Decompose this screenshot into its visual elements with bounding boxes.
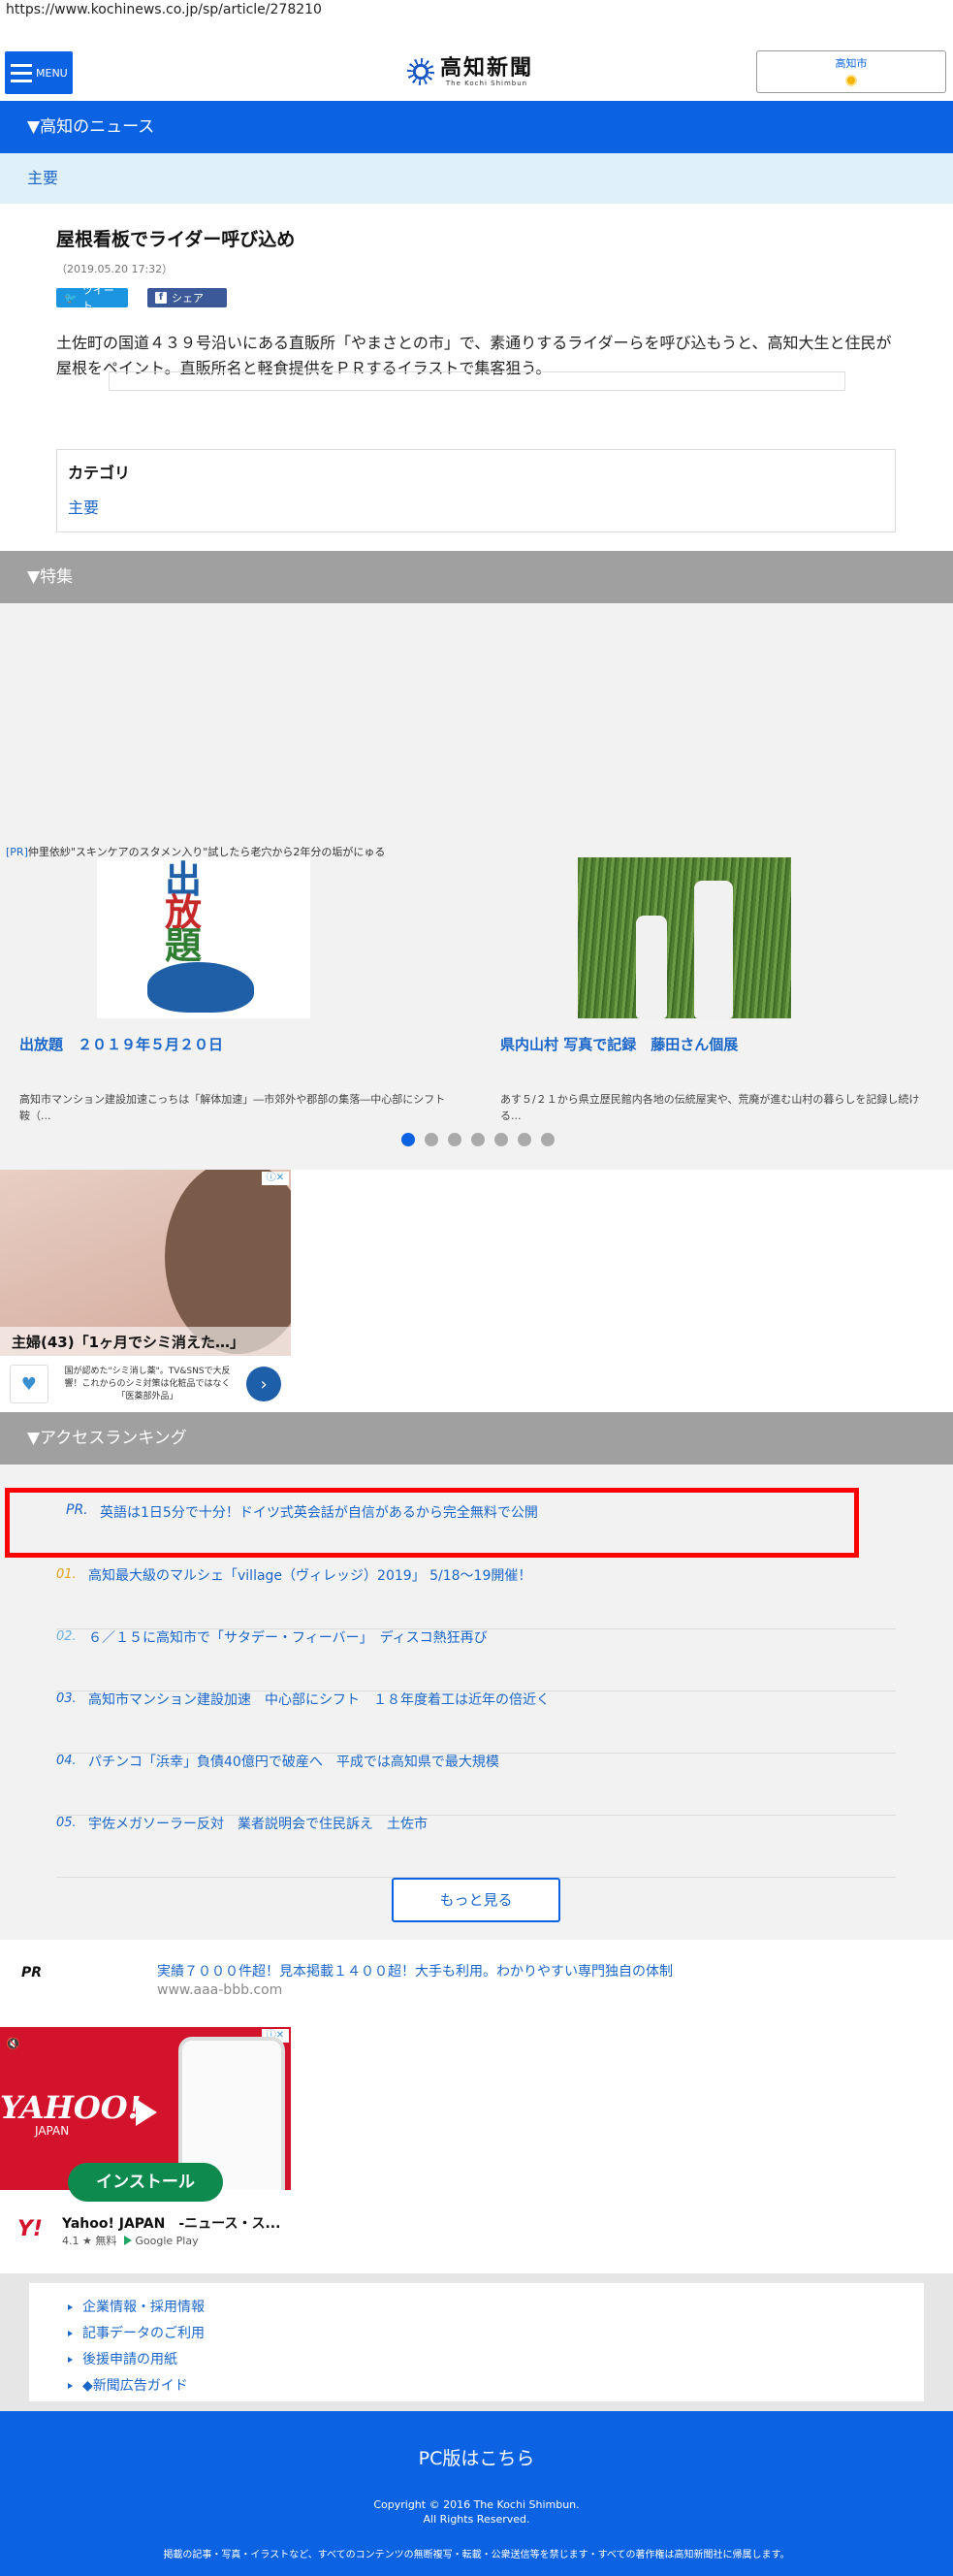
tweet-button[interactable]: 🐦 ツイート: [56, 284, 128, 312]
weather-widget[interactable]: 高知市: [756, 50, 946, 93]
app-rating: 4.1 ★ 無料: [62, 2235, 117, 2247]
feature-card[interactable]: 出 放 題 出放題 ２０１９年５月２０日 高知市マンション建設加速こっちは「解体…: [0, 857, 456, 1124]
feature-title: 県内山村 写真で記録 藤田さん個展: [500, 1036, 739, 1053]
feature-image: [578, 857, 791, 1018]
boar-illustration: [147, 962, 254, 1013]
footer-link[interactable]: 企業情報・採用情報: [68, 2295, 885, 2321]
feature-desc: 高知市マンション建設加速こっちは「解体加速」―市郊外や郡部の集落―中心部にシフト…: [19, 1093, 446, 1122]
carousel-dot[interactable]: [518, 1133, 531, 1146]
footer-links: 企業情報・採用情報 記事データのご利用 後援申請の用紙 ◆新聞広告ガイド: [29, 2283, 924, 2401]
section-header-feature: ▼特集: [0, 551, 953, 603]
ranking-item[interactable]: 01. 高知最大級のマルシェ「village（ヴィレッジ）2019」 5/18～…: [56, 1567, 896, 1629]
footer-link[interactable]: 記事データのご利用: [68, 2321, 885, 2347]
feature-carousel: [PR]仲里依紗"スキンケアのスタメン入り"試したら老穴から2年分の垢がにゅる …: [0, 603, 953, 1170]
text-ad-url: www.aaa-bbb.com: [157, 1982, 283, 1998]
feature-image: 出 放 題: [97, 857, 310, 1018]
category-title: カテゴリ: [68, 464, 131, 482]
adchoices-icon[interactable]: ⓘ✕: [262, 1172, 289, 1185]
twitter-icon: 🐦: [64, 291, 78, 305]
carousel-dot[interactable]: [471, 1133, 485, 1146]
article-title: 屋根看板でライダー呼び込め: [56, 229, 296, 250]
weather-city: 高知市: [835, 57, 868, 70]
section-header-ranking: ▼アクセスランキング: [0, 1412, 953, 1465]
carousel-dots[interactable]: [401, 1133, 555, 1146]
ranking-item[interactable]: 04. パチンコ「浜幸」負債40億円で破産へ 平成では高知県で最大規模: [56, 1754, 896, 1816]
ad-text: 国が認めた"シミ消し薬"。TV&SNSで大反響！これからのシミ対策は化粧品ではな…: [64, 1366, 231, 1401]
footer-links-wrap: 企業情報・採用情報 記事データのご利用 後援申請の用紙 ◆新聞広告ガイド: [0, 2273, 953, 2411]
feature-title: 出放題 ２０１９年５月２０日: [19, 1036, 224, 1053]
display-ad[interactable]: ⓘ✕ 主婦(43)「1ヶ月でシミ消えた…」 ♥ 国が認めた"シミ消し薬"。TV&…: [0, 1170, 953, 1412]
yahoo-app-icon: Y!: [17, 2217, 43, 2241]
copyright-line: All Rights Reserved.: [423, 2513, 530, 2526]
sun-logo-icon: [407, 58, 434, 85]
access-ranking: PR. 英語は1日5分で十分！ドイツ式英会話が自信があるから完全無料で公開 01…: [0, 1465, 953, 1940]
mute-icon[interactable]: 🔇: [6, 2037, 20, 2050]
google-play-badge: Google Play: [124, 2235, 199, 2247]
menu-label: MENU: [36, 66, 68, 80]
copyright-note: 掲載の記事・写真・イラストなど、すべてのコンテンツの無断複写・転載・公衆送信等を…: [163, 2550, 790, 2560]
site-logo[interactable]: 高知新聞 The Kochi Shimbun: [407, 54, 545, 89]
triangle-bullet-icon: [68, 2383, 73, 2389]
browser-url[interactable]: https://www.kochinews.co.jp/sp/article/2…: [0, 0, 953, 23]
article: 屋根看板でライダー呼び込め （2019.05.20 17:32） 🐦 ツイート …: [0, 204, 953, 551]
facebook-icon: f: [155, 292, 167, 304]
carousel-dot[interactable]: [401, 1133, 415, 1146]
feature-desc: あす５/２１から県立歴民館内各地の伝統屋実や、荒廃が進む山村の暮らしを記録し続け…: [500, 1093, 920, 1122]
install-button[interactable]: インストール: [68, 2163, 223, 2202]
brand-heart-icon: ♥: [10, 1365, 48, 1403]
footer-link[interactable]: 後援申請の用紙: [68, 2347, 885, 2373]
pc-version-link[interactable]: PC版はこちら: [0, 2444, 953, 2470]
carousel-dot[interactable]: [541, 1133, 555, 1146]
more-button[interactable]: もっと見る: [392, 1878, 560, 1922]
play-icon[interactable]: [136, 2099, 157, 2126]
category-link[interactable]: 主要: [68, 495, 884, 518]
text-ad-title[interactable]: 実績７０００件超！見本掲載１４００超！大手も利用。わかりやすい専門独自の体制: [157, 1961, 673, 1980]
category-box: カテゴリ 主要: [56, 449, 896, 532]
ranking-item[interactable]: 03. 高知市マンション建設加速 中心部にシフト １８年度着工は近年の倍近く: [56, 1691, 896, 1754]
yahoo-logo-text: YAHOO!: [0, 2089, 142, 2126]
site-header: MENU 高知新聞 The Kochi Shimbun 高知市: [0, 23, 953, 101]
triangle-bullet-icon: [68, 2357, 73, 2363]
carousel-dot[interactable]: [494, 1133, 508, 1146]
menu-button[interactable]: MENU: [5, 51, 73, 94]
pr-label: PR: [21, 1965, 43, 1980]
hamburger-icon: [11, 63, 32, 82]
app-name: Yahoo! JAPAN -ニュース・ス...: [62, 2216, 281, 2232]
section-header-news: ▼高知のニュース: [0, 101, 953, 153]
copyright-line: Copyright © 2016 The Kochi Shimbun.: [373, 2498, 580, 2511]
article-date: （2019.05.20 17:32）: [56, 263, 174, 275]
logo-subtext: The Kochi Shimbun: [445, 79, 528, 87]
text-ad[interactable]: PR 実績７０００件超！見本掲載１４００超！大手も利用。わかりやすい専門独自の体…: [0, 1940, 953, 2027]
facebook-share-button[interactable]: f シェア: [147, 288, 227, 307]
sub-category-bar[interactable]: 主要: [0, 153, 953, 204]
ad-placeholder: [109, 371, 845, 391]
ranking-item[interactable]: 05. 宇佐メガソーラー反対 業者説明会で住民訴え 土佐市: [56, 1816, 896, 1878]
share-buttons: 🐦 ツイート f シェア: [56, 284, 897, 312]
logo-text: 高知新聞: [440, 54, 534, 80]
triangle-bullet-icon: [68, 2331, 73, 2336]
triangle-bullet-icon: [68, 2304, 73, 2310]
google-play-icon: [124, 2236, 133, 2245]
chevron-right-icon[interactable]: ›: [246, 1367, 282, 1401]
sunny-icon: [845, 75, 857, 86]
ad-caption: 主婦(43)「1ヶ月でシミ消えた…」: [0, 1327, 291, 1356]
feature-card[interactable]: 県内山村 写真で記録 藤田さん個展 あす５/２１から県立歴民館内各地の伝統屋実や…: [481, 857, 937, 1124]
footer-link[interactable]: ◆新聞広告ガイド: [68, 2373, 885, 2399]
carousel-dot[interactable]: [448, 1133, 461, 1146]
carousel-dot[interactable]: [425, 1133, 438, 1146]
ranking-pr-item[interactable]: PR. 英語は1日5分で十分！ドイツ式英会話が自信があるから完全無料で公開: [5, 1488, 859, 1558]
ranking-item[interactable]: 02. ６／１５に高知市で「サタデー・フィーバー」 ディスコ熱狂再び: [56, 1629, 896, 1691]
site-footer: PC版はこちら Copyright © 2016 The Kochi Shimb…: [0, 2411, 953, 2576]
app-install-ad[interactable]: 🔇 ⓘ✕ YAHOO! JAPAN インストール Y! Yahoo! JAPAN…: [0, 2027, 953, 2273]
